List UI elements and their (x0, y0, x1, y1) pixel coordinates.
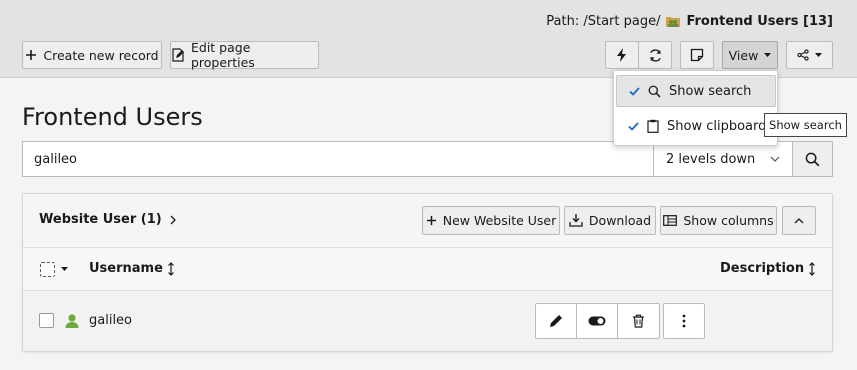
clear-cache-button[interactable] (605, 41, 639, 69)
caret-down-icon[interactable] (61, 267, 68, 272)
plus-icon (26, 50, 37, 60)
view-dropdown-menu: Show search Show clipboard (613, 70, 778, 146)
sticky-note-icon (690, 48, 704, 62)
pencil-icon (550, 315, 562, 327)
edit-page-properties-button[interactable]: Edit page properties (170, 40, 319, 70)
panel-title-label: Website User (1) (39, 212, 162, 227)
share-dropdown-button[interactable] (786, 41, 833, 69)
search-icon (648, 85, 661, 97)
view-label: View (728, 47, 759, 63)
menu-item-show-search-label: Show search (669, 83, 752, 99)
notes-button[interactable] (680, 41, 714, 69)
show-columns-button[interactable]: Show columns (660, 206, 777, 235)
collapse-panel-button[interactable] (782, 206, 816, 235)
chevron-right-icon (170, 215, 176, 224)
caret-down-icon (815, 52, 822, 57)
edit-page-properties-label: Edit page properties (190, 40, 255, 70)
doc-header: Path: /Start page/ Frontend Users [13] C… (0, 0, 857, 78)
ellipsis-vertical-icon (682, 314, 686, 328)
show-columns-label: Show columns (683, 213, 774, 228)
check-icon (628, 121, 639, 131)
delete-record-button[interactable] (618, 304, 659, 338)
chevron-down-icon (770, 156, 780, 162)
record-list-panel: Website User (1) New Website User Downlo… (22, 193, 833, 352)
search-levels-select[interactable]: 2 levels down (653, 141, 792, 177)
edit-page-icon (172, 48, 184, 62)
tooltip: Show search (764, 113, 847, 137)
view-dropdown-button[interactable]: View (722, 41, 778, 69)
clipboard-icon (647, 119, 659, 133)
row-actions (535, 303, 660, 339)
search-input[interactable]: galileo (22, 141, 653, 177)
lightning-icon (617, 48, 626, 62)
column-header-username-label: Username (89, 261, 163, 276)
row-username[interactable]: galileo (89, 313, 132, 328)
panel-header: Website User (1) New Website User Downlo… (23, 194, 832, 248)
plus-icon (426, 215, 436, 226)
column-header-description[interactable]: Description (720, 261, 816, 276)
search-icon (805, 152, 820, 166)
page-title: Frontend Users (22, 103, 203, 131)
table-header-row: Username Description (23, 248, 832, 291)
create-new-record-button[interactable]: Create new record (22, 41, 162, 69)
menu-item-show-search[interactable]: Show search (616, 75, 776, 107)
search-button[interactable] (792, 141, 833, 177)
download-label: Download (588, 213, 652, 228)
table-row: galileo (23, 291, 832, 351)
column-header-description-label: Description (720, 261, 805, 276)
row-checkbox[interactable] (39, 313, 54, 328)
columns-icon (663, 215, 678, 226)
share-icon (797, 49, 809, 61)
path-label: Path: /Start page/ (546, 13, 661, 29)
refresh-icon (649, 48, 661, 62)
download-icon (569, 214, 583, 227)
sort-icon (809, 261, 816, 276)
create-new-record-label: Create new record (43, 47, 159, 63)
caret-down-icon (764, 52, 772, 57)
select-all-checkbox[interactable] (40, 262, 55, 277)
toggle-icon (588, 316, 606, 326)
trash-icon (633, 314, 644, 328)
sort-icon (167, 261, 174, 276)
download-button[interactable]: Download (564, 206, 656, 235)
menu-item-show-clipboard-label: Show clipboard (667, 118, 767, 134)
new-website-user-label: New Website User (442, 213, 557, 228)
toggle-visibility-button[interactable] (577, 304, 618, 338)
reload-button[interactable] (638, 41, 672, 69)
edit-record-button[interactable] (536, 304, 577, 338)
menu-item-show-clipboard[interactable]: Show clipboard (616, 110, 776, 142)
search-bar: galileo 2 levels down (22, 141, 833, 177)
more-actions-button[interactable] (663, 303, 705, 339)
page-name[interactable]: Frontend Users [13] (686, 14, 833, 29)
breadcrumb: Path: /Start page/ Frontend Users [13] (546, 13, 833, 29)
chevron-up-icon (794, 217, 804, 223)
column-header-username[interactable]: Username (89, 261, 175, 276)
search-levels-value: 2 levels down (666, 151, 756, 167)
page-folder-icon (665, 13, 681, 29)
panel-title[interactable]: Website User (1) (39, 212, 176, 227)
user-icon (65, 314, 79, 328)
check-icon (629, 86, 640, 96)
new-website-user-button[interactable]: New Website User (422, 206, 560, 235)
